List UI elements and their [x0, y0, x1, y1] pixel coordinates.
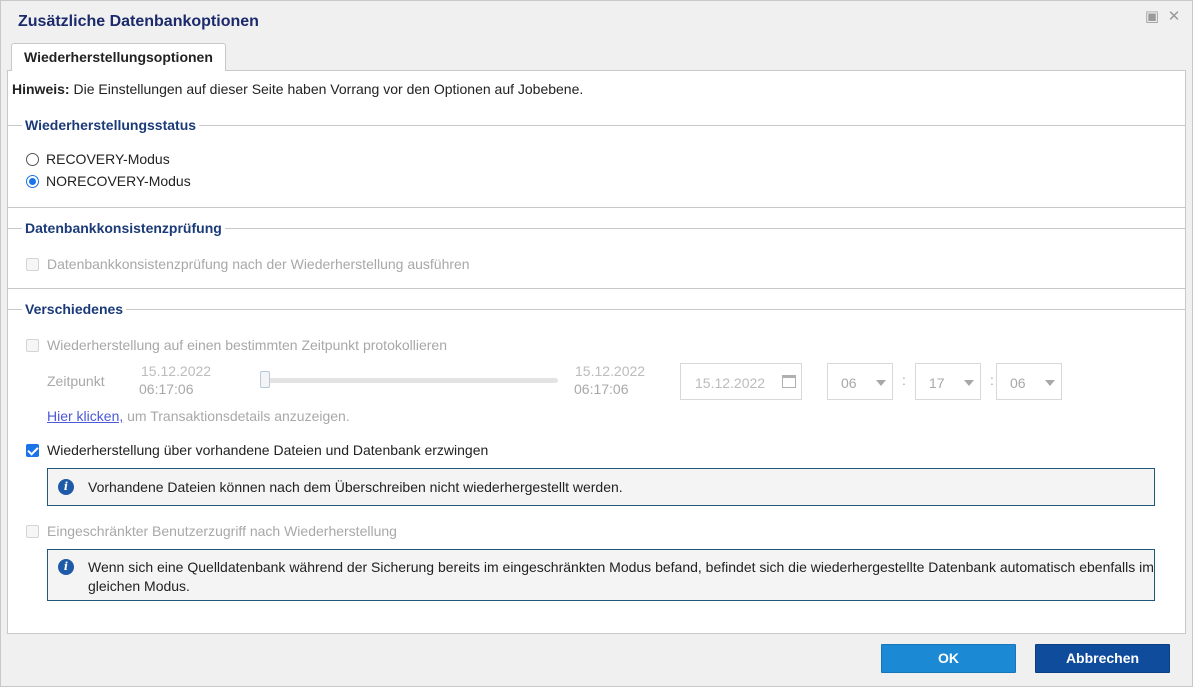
hour-select: 06: [827, 363, 893, 400]
recovery-status-legend: Wiederherstellungsstatus: [25, 117, 197, 133]
tab-wiederherstellungsoptionen[interactable]: Wiederherstellungsoptionen: [11, 43, 226, 72]
transaction-details-text: um Transaktionsdetails anzuzeigen.: [123, 408, 350, 424]
time-slider-handle: [260, 371, 270, 388]
info-icon: i: [58, 559, 74, 575]
restricted-info-box: i Wenn sich eine Quelldatenbank während …: [47, 549, 1155, 601]
force-checkbox[interactable]: [26, 443, 39, 457]
consistency-legend: Datenbankkonsistenzprüfung: [25, 220, 222, 236]
calendar-icon: [782, 375, 796, 388]
consistency-checkbox-row: Datenbankkonsistenzprüfung nach der Wied…: [26, 256, 470, 272]
restricted-info-text: Wenn sich eine Quelldatenbank während de…: [88, 559, 1154, 594]
end-date: 15.12.2022: [575, 363, 646, 379]
date-input: 15.12.2022: [680, 363, 802, 400]
consistency-checkbox: [26, 257, 39, 271]
start-time: 06:17:06: [139, 381, 194, 397]
transaction-details-link[interactable]: Hier klicken,: [47, 408, 123, 424]
cancel-button[interactable]: Abbrechen: [1035, 644, 1170, 673]
chevron-down-icon: [876, 380, 886, 386]
hour-value: 06: [841, 375, 857, 391]
zeitpunkt-label: Zeitpunkt: [47, 373, 105, 389]
force-info-text: Vorhandene Dateien können nach dem Übers…: [88, 479, 623, 495]
consistency-group: Datenbankkonsistenzprüfung: [8, 220, 1186, 289]
radio-recovery-label: RECOVERY-Modus: [46, 151, 170, 167]
tab-content: Hinweis: Die Einstellungen auf dieser Se…: [7, 71, 1186, 634]
tabbar: Wiederherstellungsoptionen: [7, 41, 1186, 72]
minute-select: 17: [915, 363, 981, 400]
restricted-checkbox-label: Eingeschränkter Benutzerzugriff nach Wie…: [47, 523, 397, 539]
recovery-status-group: Wiederherstellungsstatus: [8, 117, 1186, 208]
dialog: Zusätzliche Datenbankoptionen ▣ ✕ Wieder…: [0, 0, 1193, 687]
restore-icon[interactable]: ▣: [1144, 9, 1160, 25]
chevron-down-icon: [964, 380, 974, 386]
chevron-down-icon: [1045, 380, 1055, 386]
consistency-checkbox-label: Datenbankkonsistenzprüfung nach der Wied…: [47, 256, 470, 272]
radio-recovery-button[interactable]: [26, 152, 39, 166]
pit-checkbox-label: Wiederherstellung auf einen bestimmten Z…: [47, 337, 447, 353]
time-separator: :: [902, 372, 906, 388]
info-icon: i: [58, 479, 74, 495]
pit-checkbox: [26, 338, 39, 352]
minute-value: 17: [929, 375, 945, 391]
restricted-checkbox: [26, 524, 39, 538]
window-controls: ▣ ✕: [1144, 9, 1182, 25]
start-date: 15.12.2022: [141, 363, 212, 379]
date-input-value: 15.12.2022: [695, 375, 766, 391]
restricted-checkbox-row: Eingeschränkter Benutzerzugriff nach Wie…: [26, 523, 397, 539]
hint-text: Die Einstellungen auf dieser Seite haben…: [69, 81, 584, 97]
titlebar: Zusätzliche Datenbankoptionen ▣ ✕: [1, 1, 1192, 41]
force-checkbox-row[interactable]: Wiederherstellung über vorhandene Dateie…: [26, 442, 488, 458]
radio-norecovery[interactable]: NORECOVERY-Modus: [26, 173, 191, 189]
radio-recovery[interactable]: RECOVERY-Modus: [26, 151, 170, 167]
force-checkbox-label: Wiederherstellung über vorhandene Dateie…: [47, 442, 489, 458]
radio-norecovery-button[interactable]: [26, 174, 39, 188]
second-select: 06: [996, 363, 1062, 400]
end-time: 06:17:06: [574, 381, 629, 397]
dialog-title: Zusätzliche Datenbankoptionen: [18, 13, 259, 30]
ok-button[interactable]: OK: [881, 644, 1016, 673]
misc-legend: Verschiedenes: [25, 301, 124, 317]
close-icon[interactable]: ✕: [1166, 9, 1182, 25]
force-info-box: i Vorhandene Dateien können nach dem Übe…: [47, 468, 1155, 506]
second-value: 06: [1010, 375, 1026, 391]
time-separator: :: [990, 372, 994, 388]
time-slider-track: [263, 378, 558, 383]
transaction-details-row: Hier klicken, um Transaktionsdetails anz…: [47, 408, 350, 424]
radio-norecovery-label: NORECOVERY-Modus: [46, 173, 191, 189]
pit-checkbox-row: Wiederherstellung auf einen bestimmten Z…: [26, 337, 447, 353]
hint-label: Hinweis:: [12, 81, 70, 97]
hint: Hinweis: Die Einstellungen auf dieser Se…: [12, 81, 583, 97]
